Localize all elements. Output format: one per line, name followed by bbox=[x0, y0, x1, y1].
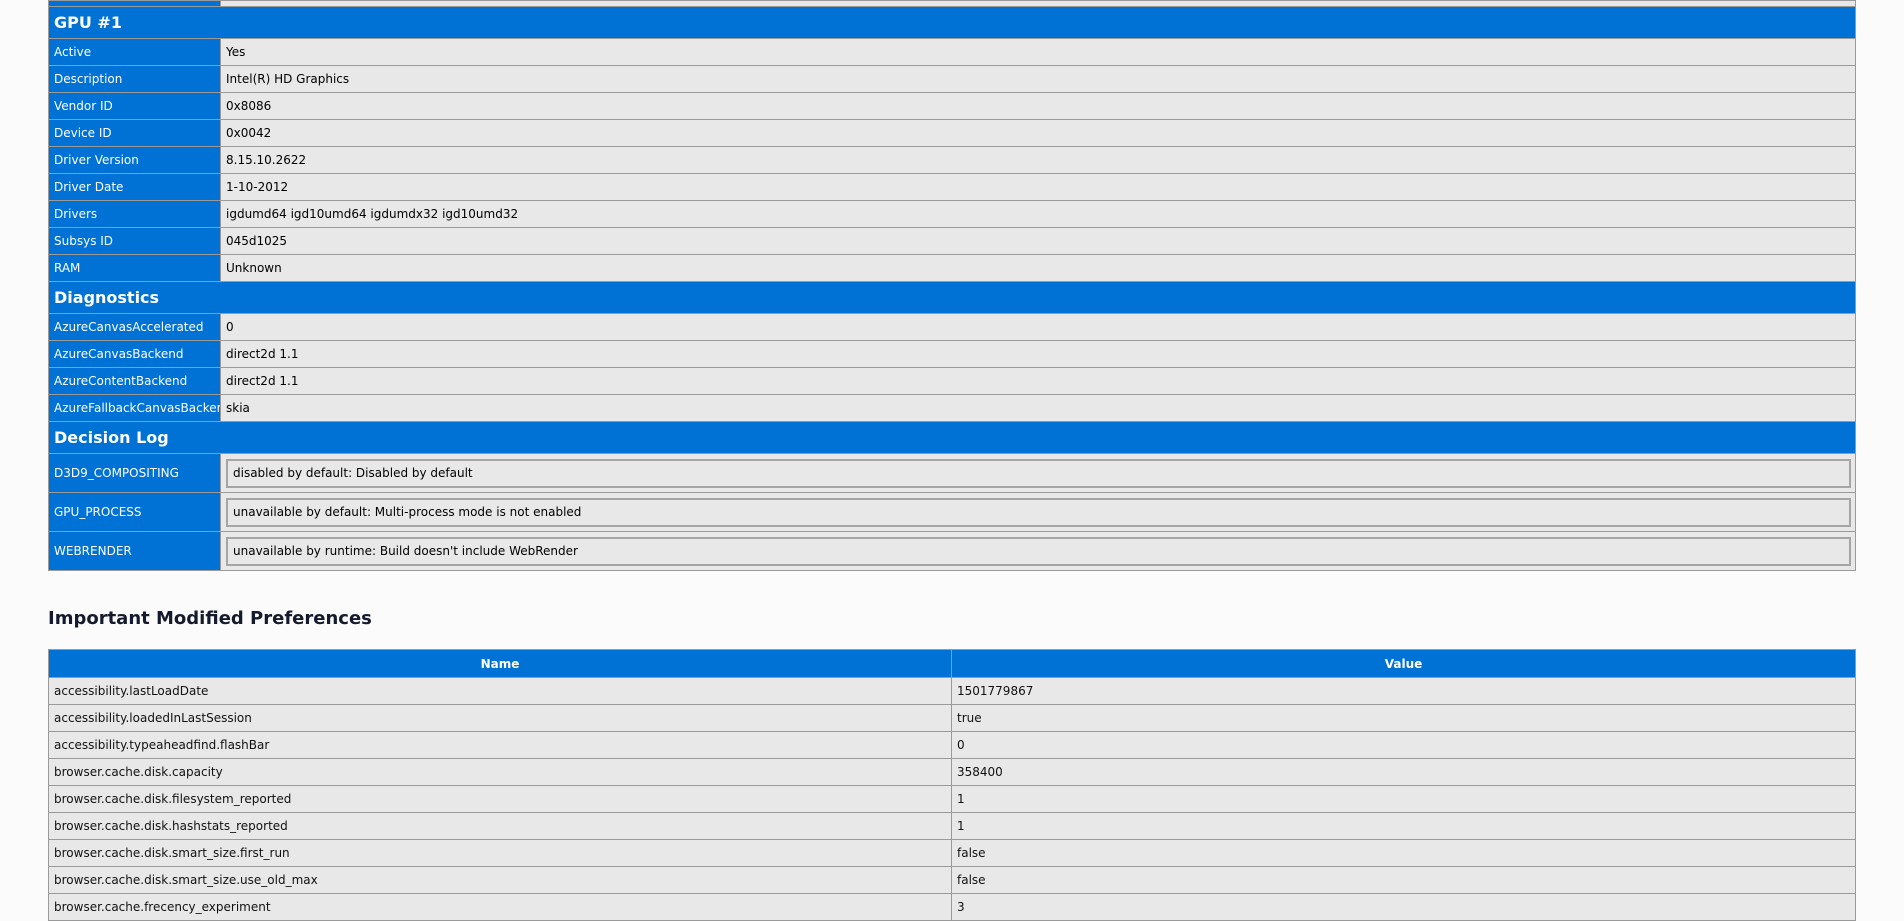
decision-log-section-title: Decision Log bbox=[48, 421, 1856, 454]
gpu-section-title: GPU #1 bbox=[48, 6, 1856, 39]
diagnostics-row: AzureCanvasBackend direct2d 1.1 bbox=[48, 340, 1856, 368]
feature-name: GPU_PROCESS bbox=[48, 492, 221, 532]
row-value[interactable]: igdumd64 igd10umd64 igdumdx32 igd10umd32 bbox=[220, 200, 1856, 228]
pref-name[interactable]: browser.cache.disk.capacity bbox=[48, 758, 952, 786]
pref-row: accessibility.lastLoadDate 1501779867 bbox=[48, 677, 1856, 705]
gpu-row: Subsys ID 045d1025 bbox=[48, 227, 1856, 255]
pref-name[interactable]: browser.cache.disk.filesystem_reported bbox=[48, 785, 952, 813]
row-key: RAM bbox=[48, 254, 221, 282]
pref-row: browser.cache.disk.smart_size.first_run f… bbox=[48, 839, 1856, 867]
diagnostics-section-title: Diagnostics bbox=[48, 281, 1856, 314]
pref-row: accessibility.typeaheadfind.flashBar 0 bbox=[48, 731, 1856, 759]
diagnostics-row: AzureFallbackCanvasBackend skia bbox=[48, 394, 1856, 422]
decision-log-section-header: Decision Log bbox=[48, 421, 1856, 454]
row-key: AzureFallbackCanvasBackend bbox=[48, 394, 221, 422]
pref-value[interactable]: true bbox=[951, 704, 1856, 732]
pref-row: browser.cache.disk.smart_size.use_old_ma… bbox=[48, 866, 1856, 894]
row-key: Driver Date bbox=[48, 173, 221, 201]
row-value[interactable]: skia bbox=[220, 394, 1856, 422]
row-value[interactable]: 0x0042 bbox=[220, 119, 1856, 147]
feature-status-box[interactable]: unavailable by runtime: Build doesn't in… bbox=[226, 536, 1851, 566]
pref-row: browser.cache.disk.hashstats_reported 1 bbox=[48, 812, 1856, 840]
pref-name[interactable]: accessibility.lastLoadDate bbox=[48, 677, 952, 705]
decision-log-row: D3D9_COMPOSITING disabled by default: Di… bbox=[48, 453, 1856, 493]
row-value[interactable]: Unknown bbox=[220, 254, 1856, 282]
pref-row: accessibility.loadedInLastSession true bbox=[48, 704, 1856, 732]
prefs-table: Name Value accessibility.lastLoadDate 150… bbox=[48, 649, 1856, 921]
diagnostics-row: AzureContentBackend direct2d 1.1 bbox=[48, 367, 1856, 395]
pref-name[interactable]: browser.cache.disk.smart_size.first_run bbox=[48, 839, 952, 867]
row-key: Active bbox=[48, 38, 221, 66]
gpu-row: Description Intel(R) HD Graphics bbox=[48, 65, 1856, 93]
prefs-header-row: Name Value bbox=[48, 649, 1856, 678]
row-key: AzureCanvasBackend bbox=[48, 340, 221, 368]
row-key: Description bbox=[48, 65, 221, 93]
gpu-row: Driver Version 8.15.10.2622 bbox=[48, 146, 1856, 174]
pref-row: browser.cache.disk.filesystem_reported 1 bbox=[48, 785, 1856, 813]
name-column-header: Name bbox=[48, 649, 952, 678]
row-value[interactable]: 1-10-2012 bbox=[220, 173, 1856, 201]
troubleshooting-content: GPU #1 Active Yes Description Intel(R) HD … bbox=[48, 0, 1856, 921]
gpu-row: Drivers igdumd64 igd10umd64 igdumdx32 igd… bbox=[48, 200, 1856, 228]
pref-value[interactable]: 1 bbox=[951, 812, 1856, 840]
gpu-row: Driver Date 1-10-2012 bbox=[48, 173, 1856, 201]
gpu-row: Vendor ID 0x8086 bbox=[48, 92, 1856, 120]
row-key: Drivers bbox=[48, 200, 221, 228]
diagnostics-row: AzureCanvasAccelerated 0 bbox=[48, 313, 1856, 341]
row-value[interactable]: Intel(R) HD Graphics bbox=[220, 65, 1856, 93]
gpu-row: RAM Unknown bbox=[48, 254, 1856, 282]
feature-name: D3D9_COMPOSITING bbox=[48, 453, 221, 493]
gpu-section-header: GPU #1 bbox=[48, 6, 1856, 39]
prefs-heading: Important Modified Preferences bbox=[48, 608, 372, 629]
feature-status-box[interactable]: disabled by default: Disabled by default bbox=[226, 458, 1851, 488]
pref-value[interactable]: false bbox=[951, 866, 1856, 894]
pref-name[interactable]: accessibility.loadedInLastSession bbox=[48, 704, 952, 732]
pref-value[interactable]: 0 bbox=[951, 731, 1856, 759]
row-value[interactable]: 8.15.10.2622 bbox=[220, 146, 1856, 174]
row-value[interactable]: 0 bbox=[220, 313, 1856, 341]
pref-value[interactable]: 3 bbox=[951, 893, 1856, 921]
pref-value[interactable]: false bbox=[951, 839, 1856, 867]
row-key: Driver Version bbox=[48, 146, 221, 174]
row-value[interactable]: 0x8086 bbox=[220, 92, 1856, 120]
diagnostics-section-header: Diagnostics bbox=[48, 281, 1856, 314]
decision-log-row: WEBRENDER unavailable by runtime: Build … bbox=[48, 531, 1856, 571]
graphics-table: GPU #1 Active Yes Description Intel(R) HD … bbox=[48, 0, 1856, 571]
feature-status-box[interactable]: unavailable by default: Multi-process mo… bbox=[226, 497, 1851, 527]
row-key: AzureCanvasAccelerated bbox=[48, 313, 221, 341]
pref-value[interactable]: 1501779867 bbox=[951, 677, 1856, 705]
pref-name[interactable]: accessibility.typeaheadfind.flashBar bbox=[48, 731, 952, 759]
row-value[interactable]: Yes bbox=[220, 38, 1856, 66]
feature-name: WEBRENDER bbox=[48, 531, 221, 571]
pref-name[interactable]: browser.cache.disk.hashstats_reported bbox=[48, 812, 952, 840]
pref-row: browser.cache.frecency_experiment 3 bbox=[48, 893, 1856, 921]
row-value[interactable]: direct2d 1.1 bbox=[220, 367, 1856, 395]
row-key: Subsys ID bbox=[48, 227, 221, 255]
row-value[interactable]: direct2d 1.1 bbox=[220, 340, 1856, 368]
row-key: Device ID bbox=[48, 119, 221, 147]
gpu-row: Active Yes bbox=[48, 38, 1856, 66]
pref-name[interactable]: browser.cache.frecency_experiment bbox=[48, 893, 952, 921]
pref-value[interactable]: 1 bbox=[951, 785, 1856, 813]
value-column-header: Value bbox=[951, 649, 1856, 678]
decision-log-row: GPU_PROCESS unavailable by default: Mult… bbox=[48, 492, 1856, 532]
pref-value[interactable]: 358400 bbox=[951, 758, 1856, 786]
pref-name[interactable]: browser.cache.disk.smart_size.use_old_ma… bbox=[48, 866, 952, 894]
row-key: Vendor ID bbox=[48, 92, 221, 120]
pref-row: browser.cache.disk.capacity 358400 bbox=[48, 758, 1856, 786]
row-key: AzureContentBackend bbox=[48, 367, 221, 395]
gpu-row: Device ID 0x0042 bbox=[48, 119, 1856, 147]
row-value[interactable]: 045d1025 bbox=[220, 227, 1856, 255]
